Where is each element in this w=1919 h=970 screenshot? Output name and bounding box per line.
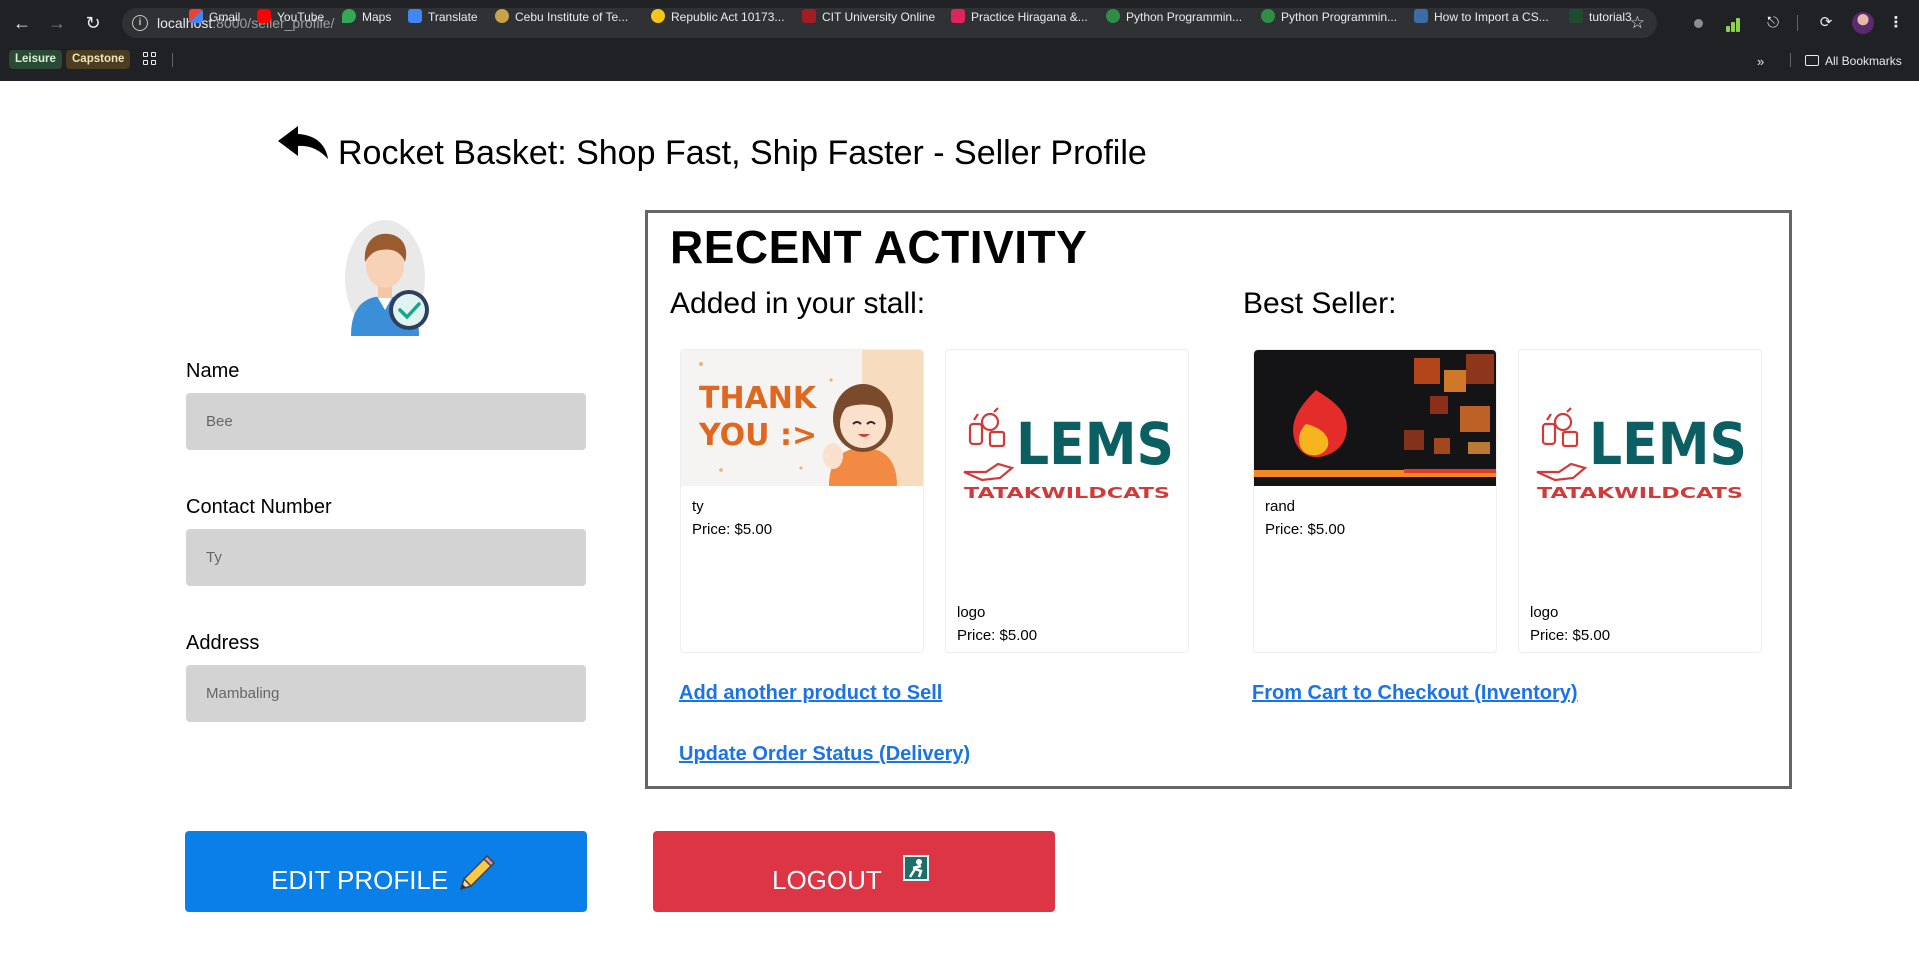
reload-icon[interactable]: ↻ (82, 12, 104, 34)
product-price: Price: $5.00 (1265, 521, 1346, 538)
product-name: logo (957, 604, 986, 621)
translate-icon (408, 9, 422, 23)
browser-chrome: ← → ↻ i localhost:8000/seller_profile/ ☆… (0, 0, 1919, 81)
product-price: Price: $5.00 (692, 521, 773, 538)
bookmark-youtube[interactable]: YouTube (257, 7, 324, 27)
forward-nav-icon[interactable]: → (46, 12, 68, 34)
avatar[interactable] (1852, 12, 1874, 34)
site-info-icon[interactable]: i (132, 15, 148, 31)
product-price: Price: $5.00 (1530, 627, 1611, 644)
bulb-icon (651, 9, 665, 23)
svg-text:LEMS: LEMS (1016, 410, 1174, 478)
bookmark-python-1[interactable]: Python Programmin... (1106, 7, 1242, 27)
logout-button[interactable]: LOGOUT (653, 831, 1055, 912)
svg-text:YOU :>: YOU :> (698, 418, 817, 453)
recent-activity-panel: RECENT ACTIVITY Added in your stall: Bes… (645, 210, 1792, 789)
product-price: Price: $5.00 (957, 627, 1038, 644)
bookmark-republic-act[interactable]: Republic Act 10173... (651, 7, 784, 27)
bookmark-tutorial3[interactable]: tutorial3 (1569, 7, 1632, 27)
product-name: ty (692, 498, 704, 515)
logout-label: LOGOUT (772, 865, 882, 895)
update-order-status-link[interactable]: Update Order Status (Delivery) (679, 743, 970, 766)
added-in-stall-heading: Added in your stall: (670, 287, 926, 320)
apps-grid-icon[interactable] (143, 52, 157, 66)
cit-logo-icon (802, 9, 816, 23)
product-card-logo-best[interactable]: LEMS TATAKWILDCATS logo Price: $5.00 (1518, 349, 1762, 653)
edit-profile-label: EDIT PROFILE (271, 865, 449, 895)
bookmark-folder-capstone[interactable]: Capstone (66, 50, 131, 69)
exit-door-icon (903, 855, 929, 881)
flame-image (1254, 350, 1496, 486)
lems-logo-image: LEMS TATAKWILDCATS (1519, 350, 1761, 566)
gfg-icon (1261, 9, 1275, 23)
lems-logo-image: LEMS TATAKWILDCATS (946, 350, 1188, 566)
svg-text:LEMS: LEMS (1589, 410, 1747, 478)
back-nav-icon[interactable]: ← (11, 12, 33, 34)
extensions-puzzle-icon[interactable]: ⎋ (1763, 13, 1783, 33)
profile-sync-icon[interactable]: ⟳ (1816, 13, 1836, 33)
best-seller-heading: Best Seller: (1243, 287, 1397, 320)
svg-text:TATAKWILDCATS: TATAKWILDCATS (1537, 484, 1743, 502)
extension-dot-icon[interactable] (1694, 19, 1703, 28)
bookmark-python-2[interactable]: Python Programmin... (1261, 7, 1397, 27)
all-bookmarks-button[interactable]: All Bookmarks (1805, 54, 1902, 68)
product-card-logo[interactable]: LEMS TATAKWILDCATS logo Price: $5.00 (945, 349, 1189, 653)
back-arrow-icon[interactable] (276, 124, 330, 160)
recent-activity-title: RECENT ACTIVITY (670, 221, 1088, 273)
address-field[interactable] (186, 665, 586, 722)
svg-text:THANK: THANK (699, 381, 818, 416)
contact-number-field[interactable] (186, 529, 586, 586)
bookmark-gmail[interactable]: Gmail (189, 7, 240, 27)
name-field[interactable] (186, 393, 586, 450)
youtube-icon (257, 9, 271, 23)
product-name: rand (1265, 498, 1296, 515)
product-name: logo (1530, 604, 1559, 621)
bookmark-translate[interactable]: Translate (408, 7, 478, 27)
profile-avatar-icon (345, 220, 429, 336)
bookmark-import-csv[interactable]: How to Import a CS... (1414, 7, 1549, 27)
name-label: Name (186, 360, 240, 382)
bookmark-cebu-institute[interactable]: Cebu Institute of Te... (495, 7, 628, 27)
menu-kebab-icon[interactable]: ⋮ (1886, 13, 1906, 33)
bookmark-maps[interactable]: Maps (342, 7, 391, 27)
contact-number-label: Contact Number (186, 496, 332, 518)
bookmark-folder-leisure[interactable]: Leisure (9, 50, 62, 69)
thank-you-image: THANK YOU :> (681, 350, 923, 486)
python-icon (1414, 9, 1428, 23)
product-card-ty[interactable]: THANK YOU :> ty Price: $5.00 (680, 349, 924, 653)
folder-icon (1805, 55, 1819, 66)
signal-extension-icon[interactable] (1726, 14, 1744, 32)
more-bookmarks-icon[interactable]: » (1757, 54, 1764, 69)
gfg-icon (1106, 9, 1120, 23)
bookmark-cit-online[interactable]: CIT University Online (802, 7, 935, 27)
school-seal-icon (495, 9, 509, 23)
edit-profile-button[interactable]: EDIT PROFILE (185, 831, 587, 912)
bookmark-hiragana[interactable]: Practice Hiragana &... (951, 7, 1088, 27)
pencil-icon (459, 854, 496, 891)
svg-text:TATAKWILDCATS: TATAKWILDCATS (964, 484, 1170, 502)
hiragana-icon (951, 9, 965, 23)
bookmark-star-icon[interactable]: ☆ (1630, 13, 1645, 33)
product-card-rand[interactable]: rand Price: $5.00 (1253, 349, 1497, 653)
cart-checkout-link[interactable]: From Cart to Checkout (Inventory) (1252, 682, 1578, 705)
gmail-icon (189, 9, 203, 23)
add-product-link[interactable]: Add another product to Sell (679, 682, 942, 705)
maps-pin-icon (342, 9, 356, 23)
address-label: Address (186, 632, 260, 654)
page-title: Rocket Basket: Shop Fast, Ship Faster - … (338, 134, 1147, 172)
sheet-icon (1569, 9, 1583, 23)
